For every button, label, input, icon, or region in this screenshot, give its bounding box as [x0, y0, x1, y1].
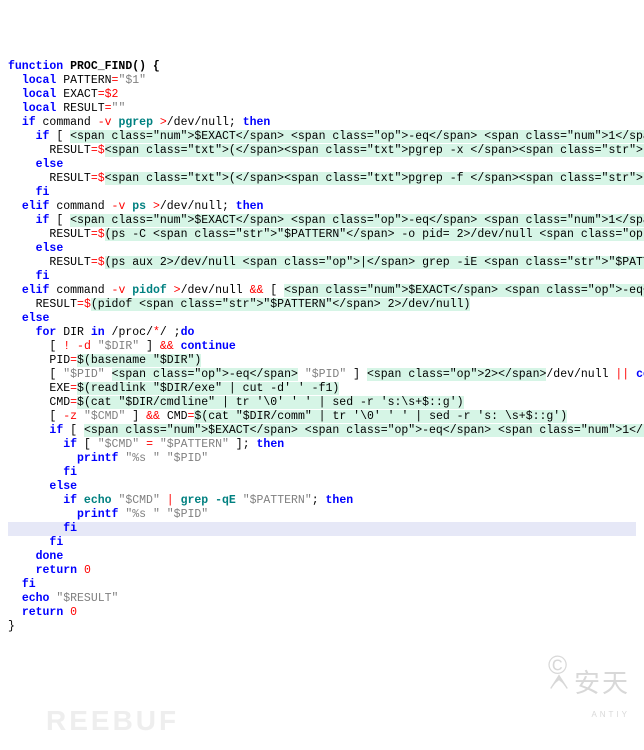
code-editor: function PROC_FIND() { local PATTERN="$1…: [8, 60, 636, 634]
watermark-freebuf: REEBUF: [46, 714, 179, 728]
watermark-antian: © 安天 ANTIY: [530, 644, 630, 736]
